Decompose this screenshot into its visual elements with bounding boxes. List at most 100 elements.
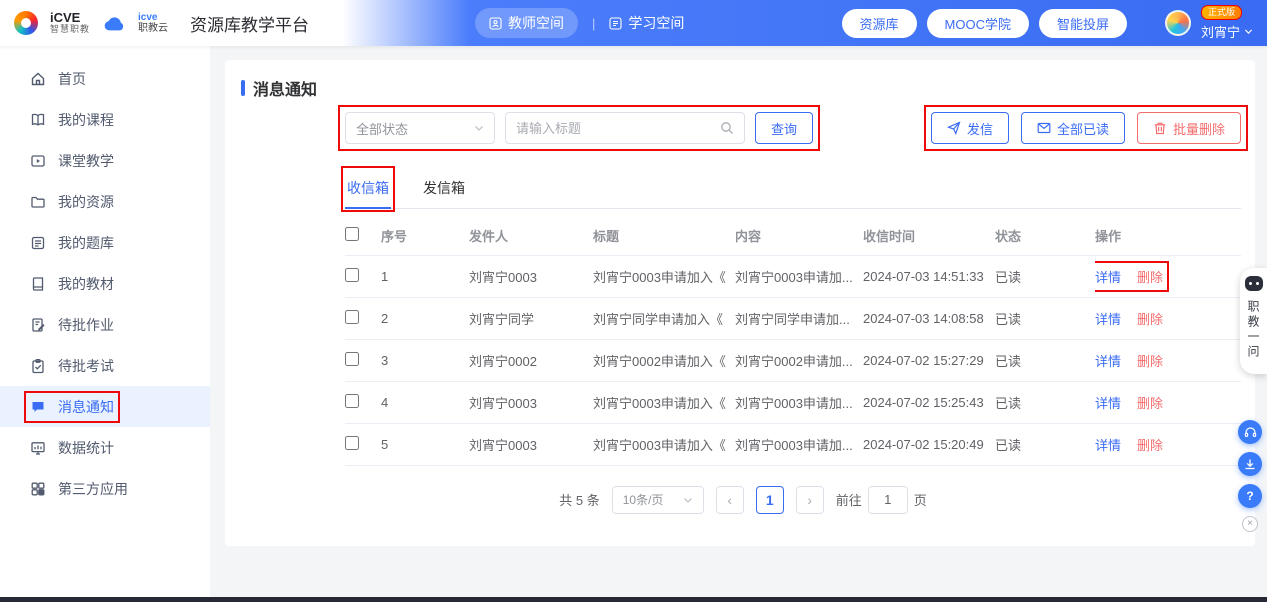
mail-icon: [1037, 121, 1051, 135]
assistant-widget[interactable]: 职教一问: [1240, 268, 1267, 374]
send-message-button[interactable]: 发信: [931, 112, 1009, 144]
row-ops-annotated: 详情 删除: [1095, 267, 1163, 286]
help-button[interactable]: ?: [1238, 484, 1262, 508]
delete-link[interactable]: 删除: [1137, 312, 1163, 327]
tab-inbox[interactable]: 收信箱: [345, 170, 391, 208]
row-checkbox[interactable]: [345, 436, 359, 450]
floating-buttons: ? ×: [1238, 420, 1262, 532]
detail-link[interactable]: 详情: [1095, 438, 1121, 453]
title-search-input[interactable]: [516, 121, 720, 136]
user-block: 正式版 刘宵宁: [1201, 5, 1253, 42]
delete-link[interactable]: 删除: [1137, 396, 1163, 411]
cell-status: 已读: [995, 255, 1095, 297]
detail-link[interactable]: 详情: [1095, 312, 1121, 327]
sidebar-item-my-courses[interactable]: 我的课程: [0, 99, 210, 140]
learning-space-icon: [609, 17, 622, 30]
headset-icon: [1244, 426, 1257, 439]
delete-link[interactable]: 删除: [1137, 438, 1163, 453]
cell-content: 刘宵宁0003申请加...: [735, 423, 863, 465]
next-page-button[interactable]: ›: [796, 486, 824, 514]
cell-no: 1: [381, 255, 469, 297]
detail-link[interactable]: 详情: [1095, 354, 1121, 369]
resource-library-button[interactable]: 资源库: [842, 9, 917, 38]
message-panel: 消息通知 全部状态 查询: [225, 60, 1255, 546]
batch-delete-label: 批量删除: [1173, 119, 1225, 138]
tab-outbox[interactable]: 发信箱: [421, 170, 467, 208]
sidebar-item-label: 课堂教学: [58, 151, 114, 171]
delete-link[interactable]: 删除: [1137, 354, 1163, 369]
messages-table: 序号 发件人 标题 内容 收信时间 状态 操作 1 刘宵宁0003 刘宵宁00: [345, 217, 1241, 466]
goto-prefix: 前往: [836, 490, 862, 509]
status-select[interactable]: 全部状态: [345, 112, 495, 144]
row-checkbox[interactable]: [345, 394, 359, 408]
cell-time: 2024-07-02 15:27:29: [863, 339, 995, 381]
select-all-checkbox[interactable]: [345, 227, 359, 241]
cell-content: 刘宵宁同学申请加...: [735, 297, 863, 339]
table-row: 2 刘宵宁同学 刘宵宁同学申请加入《 刘宵宁同学申请加... 2024-07-0…: [345, 297, 1241, 339]
mailbox-tabs: 收信箱 发信箱: [345, 170, 1241, 209]
homework-edit-icon: [30, 317, 46, 333]
row-checkbox[interactable]: [345, 268, 359, 282]
page-1-button[interactable]: 1: [756, 486, 784, 514]
pagination-total: 共 5 条: [559, 490, 599, 509]
icve-zhihuizhijiao-logo: iCVE 智慧职教: [50, 11, 90, 35]
cell-no: 4: [381, 381, 469, 423]
sidebar-item-homework-to-grade[interactable]: 待批作业: [0, 304, 210, 345]
icve-zhijiaoyun-logo: icve 职教云: [138, 12, 168, 34]
sidebar-item-classroom-teaching[interactable]: 课堂教学: [0, 140, 210, 181]
textbook-icon: [30, 276, 46, 292]
table-header-row: 序号 发件人 标题 内容 收信时间 状态 操作: [345, 217, 1241, 255]
customer-service-button[interactable]: [1238, 420, 1262, 444]
sidebar-item-label: 我的教材: [58, 274, 114, 294]
icve-swirl-logo-icon: [14, 11, 38, 35]
sidebar-item-question-bank[interactable]: 我的题库: [0, 222, 210, 263]
nav-teacher-space[interactable]: 教师空间: [475, 8, 578, 38]
sidebar-item-textbooks[interactable]: 我的教材: [0, 263, 210, 304]
cell-sender: 刘宵宁0003: [469, 423, 593, 465]
batch-delete-button[interactable]: 批量删除: [1137, 112, 1241, 144]
user-avatar[interactable]: [1165, 10, 1191, 36]
prev-page-button[interactable]: ‹: [716, 486, 744, 514]
nav-separator: |: [592, 16, 595, 31]
teacher-space-icon: [489, 17, 502, 30]
detail-link[interactable]: 详情: [1095, 396, 1121, 411]
sidebar-item-messages[interactable]: 消息通知: [0, 386, 210, 427]
sidebar-item-label: 数据统计: [58, 438, 114, 458]
cell-sender: 刘宵宁同学: [469, 297, 593, 339]
username-menu[interactable]: 刘宵宁: [1201, 22, 1253, 41]
smart-cast-button[interactable]: 智能投屏: [1039, 9, 1127, 38]
download-button[interactable]: [1238, 452, 1262, 476]
exam-clipboard-icon: [30, 358, 46, 374]
nav-learning-space[interactable]: 学习空间: [609, 13, 684, 33]
row-checkbox[interactable]: [345, 310, 359, 324]
sidebar-item-my-resources[interactable]: 我的资源: [0, 181, 210, 222]
close-float-button[interactable]: ×: [1242, 516, 1258, 532]
page-size-select[interactable]: 10条/页: [612, 486, 704, 514]
sidebar-item-label: 消息通知: [58, 397, 114, 417]
row-checkbox[interactable]: [345, 352, 359, 366]
query-button[interactable]: 查询: [755, 112, 813, 144]
sidebar-item-label: 我的课程: [58, 110, 114, 130]
space-nav: 教师空间 | 学习空间: [475, 0, 684, 46]
goto-page-input[interactable]: [868, 486, 908, 514]
cell-time: 2024-07-03 14:08:58: [863, 297, 995, 339]
detail-link[interactable]: 详情: [1095, 270, 1121, 285]
page-size-value: 10条/页: [623, 491, 664, 508]
logo-group: iCVE 智慧职教 icve 职教云 资源库教学平台: [0, 11, 309, 36]
statistics-monitor-icon: [30, 440, 46, 456]
sidebar-item-third-party-apps[interactable]: 第三方应用: [0, 468, 210, 509]
cell-status: 已读: [995, 381, 1095, 423]
assistant-label: 职教一问: [1245, 300, 1262, 360]
mark-all-read-button[interactable]: 全部已读: [1021, 112, 1125, 144]
sidebar-item-statistics[interactable]: 数据统计: [0, 427, 210, 468]
action-group: 发信 全部已读 批量删除: [931, 112, 1241, 144]
sidebar-item-exams-to-grade[interactable]: 待批考试: [0, 345, 210, 386]
delete-link[interactable]: 删除: [1137, 270, 1163, 285]
platform-title: 资源库教学平台: [190, 11, 309, 36]
cell-content: 刘宵宁0002申请加...: [735, 339, 863, 381]
download-icon: [1244, 458, 1256, 470]
sidebar-item-home[interactable]: 首页: [0, 58, 210, 99]
col-header-ops: 操作: [1095, 217, 1241, 255]
mooc-college-button[interactable]: MOOC学院: [927, 9, 1029, 38]
cell-no: 2: [381, 297, 469, 339]
